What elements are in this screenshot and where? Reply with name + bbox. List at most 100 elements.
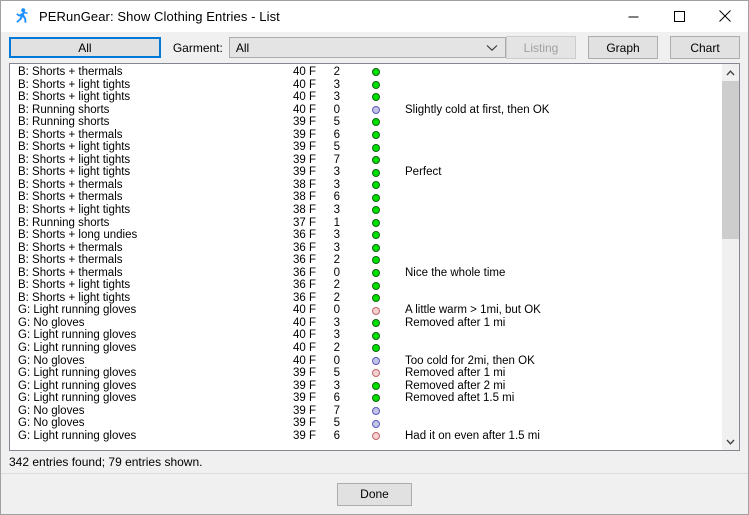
- table-row[interactable]: G: Light running gloves 40 F 3: [10, 329, 721, 342]
- scrollbar-thumb[interactable]: [722, 81, 739, 240]
- table-row[interactable]: B: Shorts + light tights 36 F 2: [10, 292, 721, 305]
- maximize-icon[interactable]: [656, 1, 702, 31]
- table-row[interactable]: B: Shorts + thermals 39 F 6: [10, 129, 721, 142]
- table-row[interactable]: B: Shorts + light tights 40 F 3: [10, 79, 721, 92]
- table-row[interactable]: G: Light running gloves 39 F 6 Removed afte…: [10, 392, 721, 405]
- cell-status: [352, 306, 400, 315]
- chart-button[interactable]: Chart: [670, 36, 740, 59]
- scrollbar-track[interactable]: [722, 81, 739, 433]
- cell-temperature: 36 F: [292, 241, 316, 254]
- table-row[interactable]: B: Shorts + thermals 36 F 3: [10, 242, 721, 255]
- cell-garment: G: Light running gloves: [18, 329, 137, 342]
- status-dot-green-icon: [372, 294, 380, 303]
- table-row[interactable]: B: Running shorts 40 F 0 Slightly cold at f…: [10, 104, 721, 117]
- view-mode-buttons: Listing Graph Chart: [506, 36, 740, 59]
- garment-label: Garment:: [172, 40, 223, 55]
- table-row[interactable]: B: Shorts + light tights 40 F 3: [10, 91, 721, 104]
- table-row[interactable]: G: Light running gloves 39 F 3 Removed afte…: [10, 380, 721, 393]
- done-button[interactable]: Done: [337, 482, 412, 506]
- cell-count: 5: [333, 141, 340, 154]
- cell-status: [352, 105, 400, 114]
- table-row[interactable]: G: No gloves 39 F 7: [10, 405, 721, 418]
- cell-garment: B: Shorts + light tights: [18, 291, 131, 304]
- graph-button[interactable]: Graph: [588, 36, 658, 59]
- status-dot-green-icon: [372, 243, 380, 252]
- cell-status: [352, 168, 400, 177]
- table-row[interactable]: B: Shorts + thermals 36 F 2: [10, 254, 721, 267]
- status-text: 342 entries found; 79 entries shown.: [9, 455, 203, 469]
- cell-count: 7: [333, 153, 340, 166]
- cell-status: [352, 118, 400, 127]
- cell-status: [352, 156, 400, 165]
- cell-count: 2: [333, 291, 340, 304]
- table-row[interactable]: G: No gloves 40 F 0 Too cold for 2mi, then …: [10, 355, 721, 368]
- cell-temperature: 39 F: [292, 404, 316, 417]
- all-filter-button[interactable]: All: [9, 37, 161, 58]
- minimize-icon[interactable]: [610, 1, 656, 31]
- status-bar: 342 entries found; 79 entries shown.: [1, 451, 748, 473]
- status-dot-green-icon: [372, 394, 380, 403]
- cell-status: [352, 381, 400, 390]
- status-dot-green-icon: [372, 319, 380, 328]
- cell-garment: B: Shorts + light tights: [18, 153, 131, 166]
- table-row[interactable]: B: Running shorts 37 F 1: [10, 217, 721, 230]
- cell-count: 2: [333, 342, 340, 355]
- cell-garment: B: Shorts + light tights: [18, 141, 131, 154]
- cell-temperature: 40 F: [292, 342, 316, 355]
- cell-garment: G: Light running gloves: [18, 379, 137, 392]
- table-row[interactable]: B: Shorts + light tights 38 F 3: [10, 204, 721, 217]
- listing-button[interactable]: Listing: [506, 36, 576, 59]
- running-person-icon: [10, 5, 32, 27]
- close-icon[interactable]: [702, 1, 748, 31]
- garment-select[interactable]: All: [228, 37, 506, 58]
- cell-count: 6: [333, 392, 340, 405]
- cell-temperature: 39 F: [292, 392, 316, 405]
- status-dot-green-icon: [372, 381, 380, 390]
- cell-count: 3: [333, 78, 340, 91]
- table-row[interactable]: B: Shorts + thermals 40 F 2: [10, 66, 721, 79]
- status-dot-green-icon: [372, 168, 380, 177]
- cell-temperature: 40 F: [292, 329, 316, 342]
- table-row[interactable]: G: Light running gloves 40 F 2: [10, 342, 721, 355]
- clothing-entries-list[interactable]: B: Shorts + thermals 40 F 2 B: Shorts + lig…: [9, 63, 740, 451]
- cell-garment: B: Shorts + thermals: [18, 191, 123, 204]
- cell-garment: B: Running shorts: [18, 103, 110, 116]
- cell-status: [352, 369, 400, 378]
- cell-count: 5: [333, 417, 340, 430]
- table-row[interactable]: B: Shorts + thermals 38 F 3: [10, 179, 721, 192]
- cell-garment: G: Light running gloves: [18, 342, 137, 355]
- cell-status: [352, 344, 400, 353]
- table-row[interactable]: B: Shorts + long undies 36 F 3: [10, 229, 721, 242]
- table-row[interactable]: B: Shorts + light tights 39 F 7: [10, 154, 721, 167]
- cell-temperature: 36 F: [292, 291, 316, 304]
- table-row[interactable]: G: No gloves 40 F 3 Removed after 1 mi: [10, 317, 721, 330]
- status-dot-pink-icon: [372, 369, 380, 378]
- cell-temperature: 40 F: [292, 91, 316, 104]
- cell-status: [352, 256, 400, 265]
- cell-status: [352, 269, 400, 278]
- table-row[interactable]: B: Shorts + thermals 38 F 6: [10, 191, 721, 204]
- scroll-down-button[interactable]: [722, 433, 739, 450]
- table-row[interactable]: B: Shorts + thermals 36 F 0 Nice the whole …: [10, 267, 721, 280]
- table-row[interactable]: B: Running shorts 39 F 5: [10, 116, 721, 129]
- cell-garment: G: No gloves: [18, 417, 85, 430]
- cell-status: [352, 356, 400, 365]
- cell-garment: G: No gloves: [18, 404, 85, 417]
- list-scrollbar[interactable]: [721, 64, 739, 450]
- table-row[interactable]: G: Light running gloves 39 F 5 Removed afte…: [10, 367, 721, 380]
- cell-count: 0: [333, 103, 340, 116]
- status-dot-green-icon: [372, 181, 380, 190]
- cell-temperature: 39 F: [292, 153, 316, 166]
- cell-status: [352, 193, 400, 202]
- table-row[interactable]: B: Shorts + light tights 39 F 3 Perfect: [10, 166, 721, 179]
- status-dot-green-icon: [372, 344, 380, 353]
- scroll-up-button[interactable]: [722, 64, 739, 81]
- cell-temperature: 36 F: [292, 279, 316, 292]
- table-row[interactable]: G: Light running gloves 40 F 0 A little war…: [10, 304, 721, 317]
- table-row[interactable]: B: Shorts + light tights 36 F 2: [10, 279, 721, 292]
- cell-count: 2: [333, 279, 340, 292]
- table-row[interactable]: B: Shorts + light tights 39 F 5: [10, 141, 721, 154]
- table-row[interactable]: G: Light running gloves 39 F 6 Had it on ev…: [10, 430, 721, 443]
- cell-garment: G: Light running gloves: [18, 429, 137, 442]
- table-row[interactable]: G: No gloves 39 F 5: [10, 417, 721, 430]
